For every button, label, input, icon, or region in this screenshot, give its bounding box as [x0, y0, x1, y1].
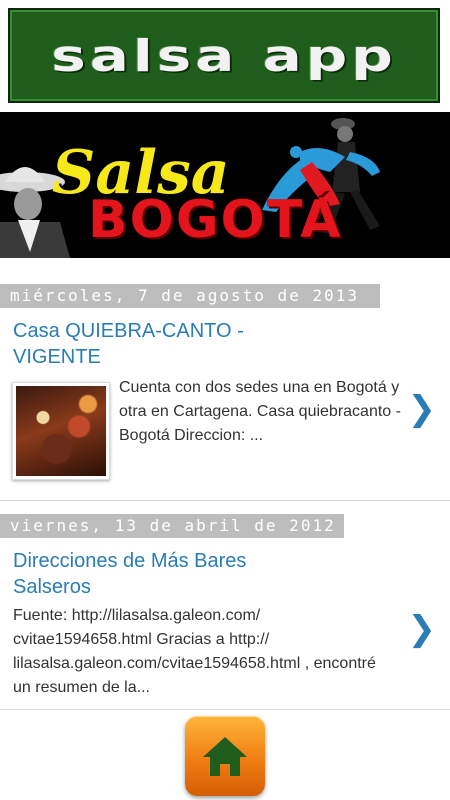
post-summary: Fuente: http://lilasalsa.galeon.com/ cvi…	[13, 607, 376, 696]
post-date-header: viernes, 13 de abril de 2012	[0, 514, 344, 538]
app-logo: salsa app	[8, 8, 440, 103]
post-thumbnail[interactable]	[12, 382, 110, 480]
post-thumbnail-image	[16, 386, 106, 476]
chevron-right-icon[interactable]: ❯	[408, 392, 437, 426]
post-divider	[0, 709, 450, 710]
home-button[interactable]	[185, 716, 265, 796]
post-divider	[0, 500, 450, 501]
chevron-right-icon[interactable]: ❯	[408, 612, 437, 646]
post-summary: Cuenta con dos sedes una en Bogotá y otr…	[119, 379, 401, 444]
salsa-bogota-banner: Salsa BOGOTÁ	[0, 112, 450, 258]
banner-title-bogota: BOGOTÁ	[88, 190, 343, 250]
post-title-link[interactable]: Casa QUIEBRA-CANTO - VIGENTE	[13, 318, 313, 370]
post-title-link[interactable]: Direcciones de Más Bares Salseros	[13, 548, 313, 600]
app-logo-text: salsa app	[51, 30, 397, 81]
home-icon	[203, 737, 247, 776]
post-date-header: miércoles, 7 de agosto de 2013	[0, 284, 380, 308]
